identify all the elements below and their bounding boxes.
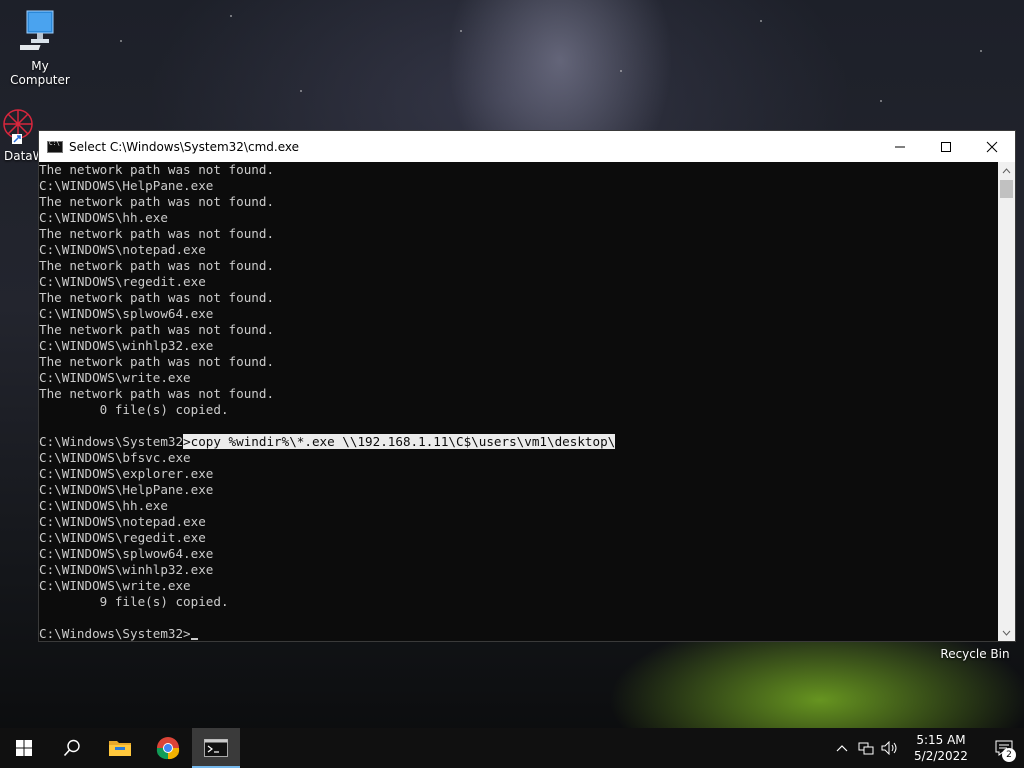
network-icon	[858, 742, 874, 755]
close-button[interactable]	[969, 131, 1015, 162]
taskbar: 5:15 AM 5/2/2022 2	[0, 728, 1024, 768]
search-button[interactable]	[48, 728, 96, 768]
console-line: C:\WINDOWS\write.exe	[39, 578, 191, 593]
console-line: The network path was not found.	[39, 194, 275, 209]
console-line: The network path was not found.	[39, 258, 275, 273]
console-line: The network path was not found.	[39, 322, 275, 337]
console-line: C:\WINDOWS\regedit.exe	[39, 274, 206, 289]
star	[230, 15, 232, 17]
chrome-icon	[156, 737, 180, 760]
console-line: C:\WINDOWS\hh.exe	[39, 498, 168, 513]
star	[460, 30, 462, 32]
console-line: The network path was not found.	[39, 226, 275, 241]
search-icon	[63, 739, 80, 757]
volume-icon	[881, 741, 897, 755]
desktop-icon-label: Recycle Bin	[940, 647, 1010, 661]
console-line: C:\WINDOWS\bfsvc.exe	[39, 450, 191, 465]
chrome-button[interactable]	[144, 728, 192, 768]
console-line: C:\WINDOWS\explorer.exe	[39, 466, 214, 481]
clock-time: 5:15 AM	[916, 733, 966, 747]
start-button[interactable]	[0, 728, 48, 768]
minimize-icon	[895, 146, 905, 147]
star	[980, 50, 982, 52]
console-line: C:\WINDOWS\splwow64.exe	[39, 546, 214, 561]
console-line: C:\WINDOWS\HelpPane.exe	[39, 482, 214, 497]
console-line: C:\WINDOWS\write.exe	[39, 370, 191, 385]
command-prompt: C:\Windows\System32	[39, 434, 184, 449]
console-line: C:\WINDOWS\hh.exe	[39, 210, 168, 225]
prompt-line[interactable]: C:\Windows\System32>	[39, 626, 998, 641]
minimize-button[interactable]	[877, 131, 923, 162]
cmd-app-icon	[47, 140, 63, 153]
star	[760, 20, 762, 22]
show-hidden-icons-button[interactable]	[830, 728, 854, 768]
star	[880, 100, 882, 102]
desktop-icon-label: My Computer	[10, 59, 70, 87]
window-title: Select C:\Windows\System32\cmd.exe	[69, 139, 299, 154]
desktop: My Computer DataW Recycle Bin Select C:\…	[0, 0, 1024, 768]
datawrapper-icon	[3, 109, 33, 144]
console-line: C:\WINDOWS\regedit.exe	[39, 530, 206, 545]
final-prompt: C:\Windows\System32>	[39, 626, 191, 641]
start-icon	[16, 740, 32, 756]
command-line: C:\Windows\System32>copy %windir%\*.exe …	[39, 434, 998, 450]
console-line: C:\WINDOWS\HelpPane.exe	[39, 178, 214, 193]
console-line: The network path was not found.	[39, 162, 275, 177]
console-line: C:\WINDOWS\winhlp32.exe	[39, 562, 214, 577]
cmd-icon	[204, 739, 228, 757]
console-output[interactable]: The network path was not found. C:\WINDO…	[39, 162, 998, 641]
notification-count-badge: 2	[1002, 748, 1016, 762]
window-titlebar[interactable]: Select C:\Windows\System32\cmd.exe	[39, 131, 1015, 162]
maximize-button[interactable]	[923, 131, 969, 162]
console-line: C:\WINDOWS\notepad.exe	[39, 242, 206, 257]
console-line: The network path was not found.	[39, 354, 275, 369]
scrollbar-thumb[interactable]	[1000, 180, 1013, 198]
clock-date: 5/2/2022	[914, 749, 968, 763]
star	[300, 90, 302, 92]
system-tray: 5:15 AM 5/2/2022 2	[830, 728, 1024, 768]
console-line: C:\WINDOWS\winhlp32.exe	[39, 338, 214, 353]
network-button[interactable]	[854, 728, 878, 768]
file-explorer-icon	[109, 741, 131, 756]
scroll-up-button[interactable]	[998, 162, 1015, 179]
vertical-scrollbar[interactable]	[998, 162, 1015, 641]
desktop-icon-my-computer[interactable]: My Computer	[0, 8, 80, 87]
monitor-icon	[10, 10, 54, 50]
scroll-down-button[interactable]	[998, 624, 1015, 641]
selected-command-text[interactable]: >copy %windir%\*.exe \\192.168.1.11\C$\u…	[183, 434, 616, 449]
chevron-down-icon	[1002, 630, 1011, 636]
clock[interactable]: 5:15 AM 5/2/2022	[908, 732, 974, 764]
volume-button[interactable]	[878, 728, 902, 768]
console-line: The network path was not found.	[39, 386, 275, 401]
chevron-up-icon	[836, 745, 848, 752]
cmd-window[interactable]: Select C:\Windows\System32\cmd.exe The n…	[38, 130, 1016, 642]
console-line: 0 file(s) copied.	[39, 402, 229, 417]
text-cursor	[190, 638, 198, 640]
cmd-taskbar-button[interactable]	[192, 728, 240, 768]
chevron-up-icon	[1002, 167, 1011, 173]
console-line: 9 file(s) copied.	[39, 594, 229, 609]
console-line: C:\WINDOWS\notepad.exe	[39, 514, 206, 529]
console-line: C:\WINDOWS\splwow64.exe	[39, 306, 214, 321]
console-line: The network path was not found.	[39, 290, 275, 305]
action-center-button[interactable]: 2	[984, 728, 1024, 768]
maximize-icon	[941, 141, 951, 152]
star	[620, 70, 622, 72]
file-explorer-button[interactable]	[96, 728, 144, 768]
star	[120, 40, 122, 42]
close-icon	[986, 141, 998, 152]
